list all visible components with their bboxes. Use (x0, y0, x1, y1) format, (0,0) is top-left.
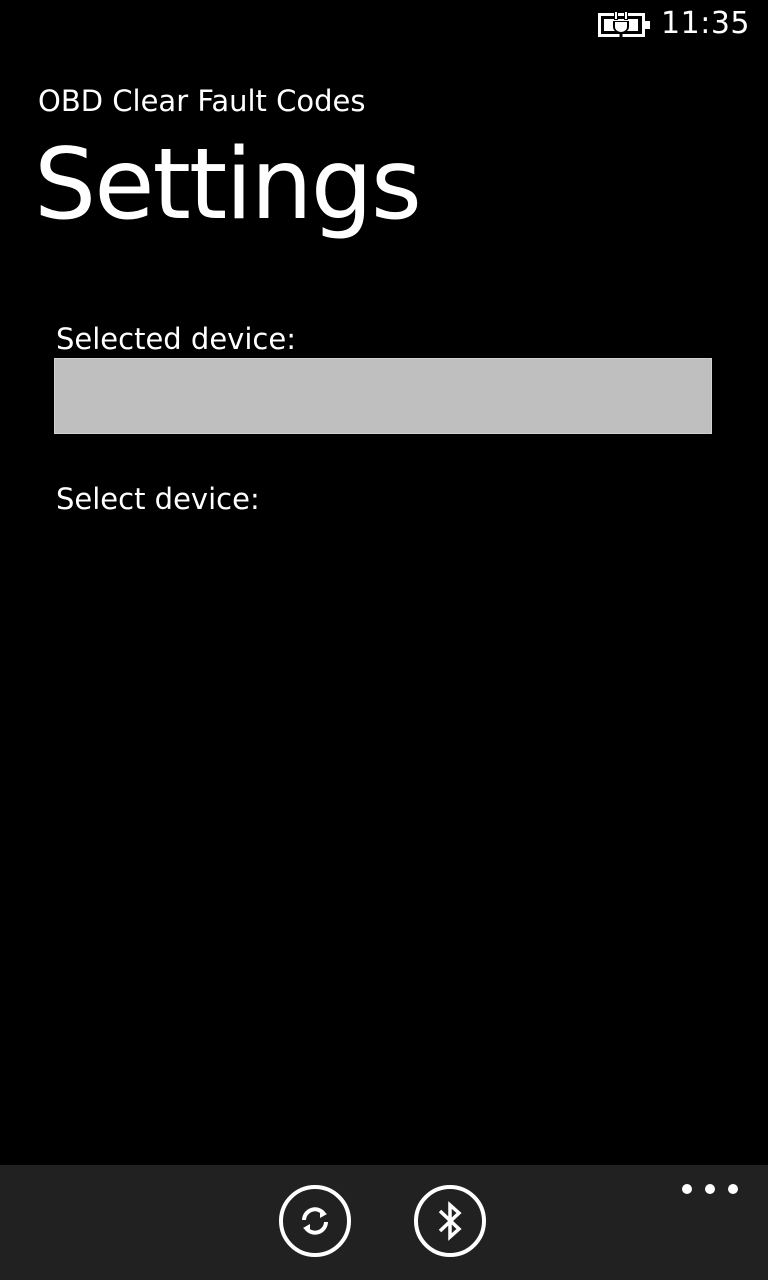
status-bar: 11:35 (0, 0, 768, 48)
refresh-icon (302, 1207, 328, 1235)
status-time: 11:35 (661, 6, 750, 41)
page-title: Settings (34, 128, 422, 242)
bluetooth-icon (438, 1201, 462, 1241)
selected-device-field[interactable] (54, 358, 712, 434)
selected-device-label: Selected device: (56, 322, 296, 356)
more-icon-dot (728, 1184, 738, 1194)
more-button[interactable] (682, 1179, 738, 1199)
bluetooth-button[interactable] (414, 1185, 486, 1257)
refresh-button[interactable] (279, 1185, 351, 1257)
battery-charging-icon (598, 12, 650, 38)
more-icon-dot (705, 1184, 715, 1194)
more-icon-dot (682, 1184, 692, 1194)
select-device-label: Select device: (56, 482, 260, 516)
app-bar (0, 1165, 768, 1280)
app-title: OBD Clear Fault Codes (38, 84, 366, 118)
device-list[interactable] (54, 530, 712, 1150)
